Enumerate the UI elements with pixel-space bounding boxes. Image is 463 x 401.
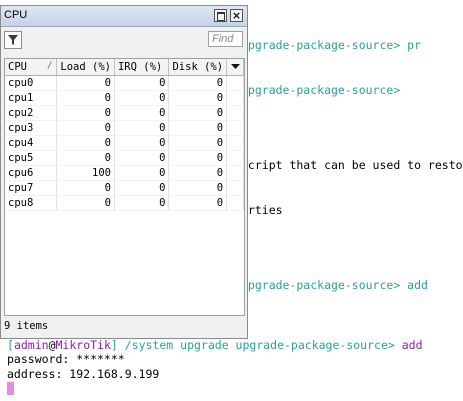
terminal-prompt-line: [admin@MikroTik] /system upgrade upgrade…	[7, 338, 423, 353]
cell-load: 100	[56, 165, 115, 181]
cell-spacer	[226, 150, 244, 166]
cell-irq: 0	[114, 150, 170, 166]
cell-load: 0	[56, 90, 115, 106]
cell-irq: 0	[114, 180, 170, 196]
window-title: CPU	[4, 9, 28, 21]
cell-spacer	[226, 105, 244, 121]
restore-button[interactable]	[214, 9, 227, 22]
cell-cpu: cpu3	[5, 120, 58, 136]
cell-irq: 0	[114, 165, 170, 181]
column-header-load[interactable]: Load (%)	[56, 59, 115, 76]
prompt-path: /system upgrade upgrade-package-source>	[124, 338, 395, 352]
table-row[interactable]: cpu4 0 0 0	[5, 135, 244, 151]
column-header-cpu[interactable]: CPU /	[5, 59, 58, 76]
cell-irq: 0	[114, 90, 170, 106]
prompt-host: MikroTik	[55, 338, 111, 352]
terminal-line: upgrade-package-source>	[241, 83, 401, 97]
cell-disk: 0	[168, 165, 228, 181]
cell-load: 0	[56, 195, 115, 211]
cell-disk: 0	[168, 120, 228, 136]
cell-disk: 0	[168, 135, 228, 151]
cell-cpu: cpu8	[5, 195, 58, 211]
close-button[interactable]: ×	[230, 9, 243, 22]
prompt-at: @	[48, 338, 56, 352]
cell-irq: 0	[114, 120, 170, 136]
sort-arrow-icon: /	[46, 61, 53, 71]
cell-load: 0	[56, 120, 115, 136]
prompt-bracket-close: ]	[110, 338, 118, 352]
prompt-bracket-open: [	[7, 338, 14, 352]
terminal-cursor	[7, 382, 14, 395]
prompt-user: admin	[13, 338, 49, 352]
toolbar	[1, 27, 247, 55]
cell-spacer	[226, 135, 244, 151]
cpu-table: CPU / Load (%) IRQ (%) Disk (%) cpu0 0 0 0 c…	[4, 58, 245, 316]
cell-spacer	[226, 180, 244, 196]
filter-icon	[8, 35, 18, 45]
cell-cpu: cpu0	[5, 75, 58, 91]
cell-disk: 0	[168, 90, 228, 106]
table-row[interactable]: cpu0 0 0 0	[5, 75, 244, 91]
table-header-row: CPU / Load (%) IRQ (%) Disk (%)	[5, 59, 244, 76]
terminal-line: script that can be used to resto	[241, 158, 463, 172]
cell-cpu: cpu1	[5, 90, 58, 106]
cell-cpu: cpu4	[5, 135, 58, 151]
address-line: address: 192.168.9.199	[7, 367, 160, 381]
cell-spacer	[226, 75, 244, 91]
password-line: password: *******	[7, 352, 125, 366]
chevron-down-icon	[230, 64, 240, 69]
cell-irq: 0	[114, 105, 170, 121]
cell-load: 0	[56, 135, 115, 151]
cell-disk: 0	[168, 75, 228, 91]
table-row[interactable]: cpu5 0 0 0	[5, 150, 244, 166]
table-row[interactable]: cpu6 100 0 0	[5, 165, 244, 181]
table-row[interactable]: cpu7 0 0 0	[5, 180, 244, 196]
cell-load: 0	[56, 180, 115, 196]
column-menu-button[interactable]	[226, 59, 244, 76]
cell-irq: 0	[114, 195, 170, 211]
terminal-line: upgrade-package-source> pr	[241, 38, 422, 52]
table-row[interactable]: cpu8 0 0 0	[5, 195, 244, 211]
cell-disk: 0	[168, 180, 228, 196]
cell-spacer	[226, 90, 244, 106]
cell-load: 0	[56, 150, 115, 166]
prompt-command: add	[401, 338, 423, 352]
cell-load: 0	[56, 75, 115, 91]
cell-cpu: cpu2	[5, 105, 58, 121]
terminal-line: upgrade-package-source> add	[241, 278, 428, 292]
status-bar-count: 9 items	[4, 320, 49, 332]
cell-cpu: cpu5	[5, 150, 58, 166]
table-row[interactable]: cpu1 0 0 0	[5, 90, 244, 106]
filter-button[interactable]	[4, 31, 22, 49]
cell-cpu: cpu7	[5, 180, 58, 196]
cell-disk: 0	[168, 150, 228, 166]
cell-disk: 0	[168, 105, 228, 121]
cell-cpu: cpu6	[5, 165, 58, 181]
cell-spacer	[226, 165, 244, 181]
cpu-window[interactable]: CPU × CPU / Load (%) IRQ (%) Disk (%)	[0, 5, 248, 339]
cpu-window-titlebar[interactable]: CPU ×	[1, 6, 247, 27]
cell-irq: 0	[114, 75, 170, 91]
find-input[interactable]	[208, 31, 243, 47]
column-header-irq[interactable]: IRQ (%)	[114, 59, 170, 76]
table-row[interactable]: cpu2 0 0 0	[5, 105, 244, 121]
column-header-cpu-label: CPU	[8, 61, 27, 73]
cell-irq: 0	[114, 135, 170, 151]
cell-disk: 0	[168, 195, 228, 211]
column-header-disk[interactable]: Disk (%)	[168, 59, 228, 76]
cell-spacer	[226, 120, 244, 136]
cell-spacer	[226, 195, 244, 211]
cell-load: 0	[56, 105, 115, 121]
table-row[interactable]: cpu3 0 0 0	[5, 120, 244, 136]
